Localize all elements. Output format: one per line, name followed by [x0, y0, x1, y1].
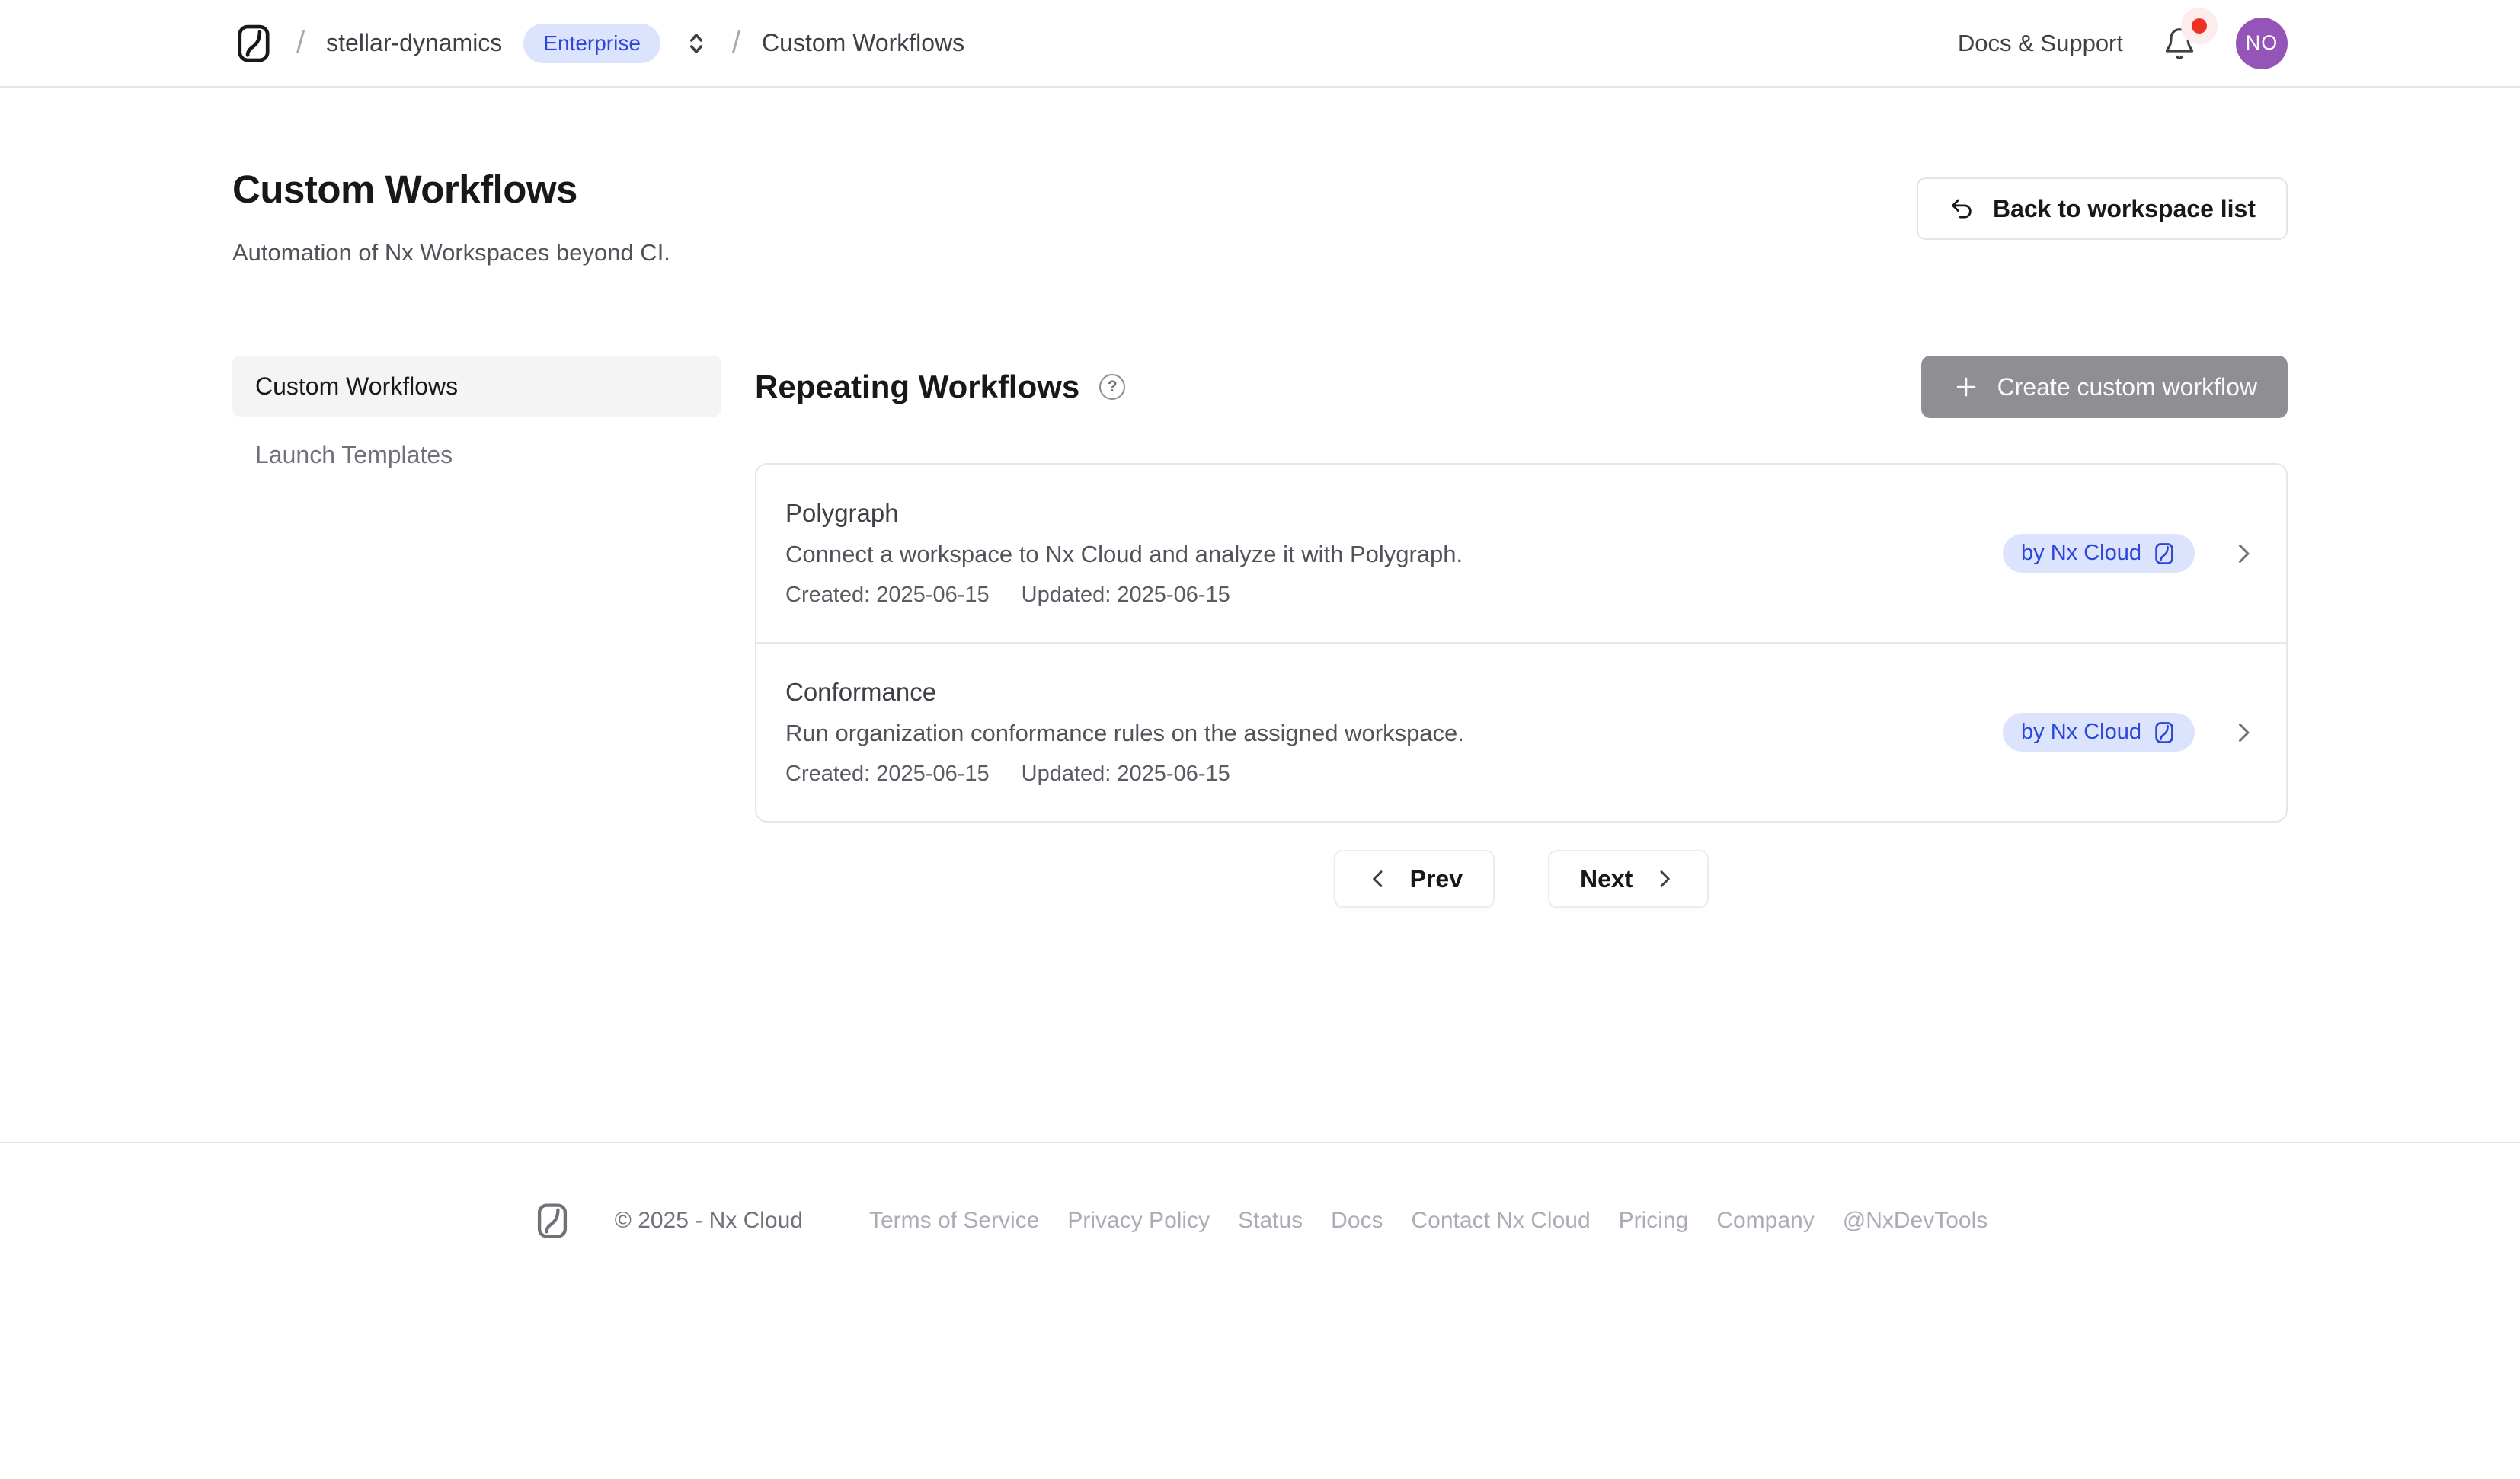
- badge-label: by Nx Cloud: [2021, 541, 2141, 566]
- next-button[interactable]: Next: [1548, 850, 1709, 908]
- app-header: / stellar-dynamics Enterprise / Custom W…: [0, 0, 2520, 88]
- footer-link-nxdevtools[interactable]: @NxDevTools: [1843, 1208, 1988, 1234]
- page-subtitle: Automation of Nx Workspaces beyond CI.: [232, 239, 670, 267]
- notifications-button[interactable]: [2163, 26, 2196, 61]
- header-actions: Docs & Support NO: [1958, 18, 2288, 69]
- workflow-list: Polygraph Connect a workspace to Nx Clou…: [755, 463, 2288, 823]
- sidebar-item-label: Launch Templates: [255, 441, 453, 469]
- main-content: Custom Workflows Automation of Nx Worksp…: [232, 167, 2288, 908]
- nx-logo-icon: [532, 1201, 572, 1241]
- workflow-updated: Updated: 2025-06-15: [1022, 762, 1230, 787]
- sidebar-item-launch-templates[interactable]: Launch Templates: [232, 424, 721, 485]
- breadcrumb-page[interactable]: Custom Workflows: [762, 29, 964, 57]
- footer-link-contact[interactable]: Contact Nx Cloud: [1412, 1208, 1591, 1234]
- create-custom-workflow-button[interactable]: Create custom workflow: [1921, 356, 2288, 418]
- footer-link-terms[interactable]: Terms of Service: [869, 1208, 1039, 1234]
- page-title: Custom Workflows: [232, 167, 670, 212]
- create-button-label: Create custom workflow: [1997, 373, 2257, 401]
- nx-logo-icon[interactable]: [232, 22, 275, 65]
- breadcrumb: / stellar-dynamics Enterprise / Custom W…: [232, 22, 964, 65]
- footer-link-company[interactable]: Company: [1716, 1208, 1814, 1234]
- chevron-right-icon[interactable]: [2230, 719, 2257, 746]
- workflow-description: Run organization conformance rules on th…: [785, 720, 1464, 747]
- workflow-row-conformance[interactable]: Conformance Run organization conformance…: [756, 642, 2286, 821]
- help-icon[interactable]: ?: [1099, 374, 1125, 400]
- breadcrumb-org[interactable]: stellar-dynamics: [326, 29, 502, 57]
- workflow-created: Created: 2025-06-15: [785, 583, 990, 608]
- footer-link-privacy[interactable]: Privacy Policy: [1067, 1208, 1210, 1234]
- chevron-right-icon: [1652, 867, 1677, 891]
- prev-button[interactable]: Prev: [1334, 850, 1495, 908]
- breadcrumb-separator: /: [732, 26, 740, 60]
- workflow-created: Created: 2025-06-15: [785, 762, 990, 787]
- footer-link-status[interactable]: Status: [1238, 1208, 1303, 1234]
- plan-badge: Enterprise: [523, 24, 660, 63]
- settings-side-nav: Custom Workflows Launch Templates: [232, 356, 721, 485]
- workflow-updated: Updated: 2025-06-15: [1022, 583, 1230, 608]
- nx-logo-icon: [2152, 541, 2176, 566]
- footer-link-docs[interactable]: Docs: [1331, 1208, 1383, 1234]
- avatar[interactable]: NO: [2236, 18, 2288, 69]
- return-arrow-icon: [1949, 195, 1976, 222]
- footer: © 2025 - Nx Cloud Terms of Service Priva…: [0, 1142, 2520, 1241]
- prev-label: Prev: [1410, 865, 1463, 893]
- bell-icon: [2163, 26, 2196, 61]
- footer-link-pricing[interactable]: Pricing: [1619, 1208, 1689, 1234]
- org-switcher-icon[interactable]: [682, 29, 711, 58]
- back-to-workspace-list-button[interactable]: Back to workspace list: [1917, 177, 2288, 240]
- docs-support-link[interactable]: Docs & Support: [1958, 30, 2123, 57]
- sidebar-item-custom-workflows[interactable]: Custom Workflows: [232, 356, 721, 417]
- back-button-label: Back to workspace list: [1993, 195, 2256, 223]
- next-label: Next: [1580, 865, 1633, 893]
- badge-label: by Nx Cloud: [2021, 720, 2141, 745]
- plus-icon: [1952, 372, 1981, 401]
- workflow-name: Conformance: [785, 678, 1464, 707]
- by-nx-cloud-badge[interactable]: by Nx Cloud: [2003, 713, 2195, 752]
- workflow-row-polygraph[interactable]: Polygraph Connect a workspace to Nx Clou…: [756, 465, 2286, 642]
- breadcrumb-separator: /: [296, 26, 305, 60]
- copyright: © 2025 - Nx Cloud: [615, 1208, 803, 1234]
- by-nx-cloud-badge[interactable]: by Nx Cloud: [2003, 534, 2195, 573]
- section-title: Repeating Workflows: [755, 369, 1079, 405]
- chevron-left-icon: [1366, 867, 1390, 891]
- nx-logo-icon: [2152, 720, 2176, 745]
- workflow-description: Connect a workspace to Nx Cloud and anal…: [785, 541, 1463, 568]
- notification-dot: [2192, 18, 2207, 34]
- sidebar-item-label: Custom Workflows: [255, 372, 458, 401]
- repeating-workflows-section: Repeating Workflows ? Create custom work…: [755, 356, 2288, 908]
- workflow-name: Polygraph: [785, 499, 1463, 528]
- footer-links: Terms of Service Privacy Policy Status D…: [869, 1208, 1988, 1234]
- pagination: Prev Next: [755, 850, 2288, 908]
- chevron-right-icon[interactable]: [2230, 540, 2257, 567]
